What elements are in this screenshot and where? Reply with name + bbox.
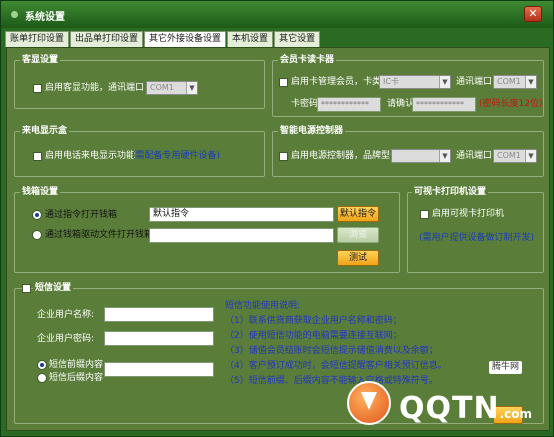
guest-display-checkbox[interactable] bbox=[33, 84, 42, 93]
card-reader-label: 启用卡管理会员，卡类型 bbox=[291, 77, 391, 87]
caller-id-checkbox[interactable] bbox=[33, 152, 42, 161]
default-command-button[interactable]: 默认指令 bbox=[337, 206, 379, 222]
chevron-down-icon: ▼ bbox=[439, 76, 450, 88]
visual-card-printer-hint: (需用户提供设备做订制开发) bbox=[419, 233, 535, 243]
watermark-brand-text: QQTN bbox=[399, 391, 500, 426]
card-password-input[interactable]: ************ bbox=[317, 97, 381, 112]
sms-checkbox[interactable] bbox=[22, 284, 31, 293]
card-reader-port-select[interactable]: COM1 ▼ bbox=[493, 75, 537, 89]
caller-id-label: 启用电话来电显示功能 bbox=[45, 151, 136, 161]
cash-drawer-command-radio[interactable] bbox=[32, 210, 42, 220]
sms-prefix-radio[interactable] bbox=[37, 360, 47, 370]
card-reader-checkbox[interactable] bbox=[279, 78, 288, 87]
sms-content-input[interactable] bbox=[104, 362, 214, 377]
power-controller-label: 启用电源控制器，品牌型号 bbox=[291, 151, 400, 161]
caller-id-title: 来电显示盒 bbox=[20, 126, 70, 136]
card-reader-title: 会员卡读卡器 bbox=[278, 55, 337, 65]
tab-dish-print[interactable]: 出品单打印设置 bbox=[70, 31, 144, 47]
sms-title: 短信设置 bbox=[33, 283, 74, 293]
caller-id-hint: (需配备专用硬件设备) bbox=[132, 151, 221, 161]
power-port-value: COM1 bbox=[497, 151, 521, 160]
close-button[interactable]: ✕ bbox=[524, 6, 542, 22]
app-icon bbox=[11, 11, 18, 18]
watermark-brand: QQTN.com bbox=[399, 393, 532, 430]
tab-external-devices[interactable]: 其它外接设备设置 bbox=[144, 31, 227, 48]
card-reader-port-label: 通讯端口 bbox=[456, 77, 493, 87]
cash-drawer-command-input[interactable]: 默认指令 bbox=[149, 207, 334, 222]
cash-drawer-title: 钱箱设置 bbox=[20, 187, 61, 197]
sms-suffix-label: 短信后缀内容 bbox=[49, 373, 104, 383]
card-type-select[interactable]: IC卡 ▼ bbox=[379, 75, 451, 89]
cash-drawer-file-label: 通过钱箱驱动文件打开钱箱 bbox=[45, 230, 154, 240]
cash-drawer-file-input[interactable] bbox=[149, 228, 334, 243]
card-type-value: IC卡 bbox=[383, 77, 399, 86]
card-confirm-label: 请确认 bbox=[387, 99, 415, 109]
cash-drawer-command-label: 通过指令打开钱箱 bbox=[45, 210, 118, 220]
sms-prefix-label: 短信前缀内容 bbox=[49, 360, 104, 370]
sms-help-line: （3）储值会员结账时会短信提示储值消费以及余额； bbox=[225, 346, 438, 356]
tab-bill-print[interactable]: 账单打印设置 bbox=[5, 31, 70, 47]
sms-help-title: 短信功能使用说明: bbox=[225, 301, 301, 311]
sms-help-line: （2）使用短信功能的电脑需要连接互联网； bbox=[225, 331, 402, 341]
power-port-select[interactable]: COM1 ▼ bbox=[493, 149, 537, 163]
watermark: 腾牛网 QQTN.com bbox=[345, 359, 554, 437]
chevron-down-icon: ▼ bbox=[186, 82, 197, 94]
tab-local-settings[interactable]: 本机设置 bbox=[227, 31, 274, 47]
chevron-down-icon: ▼ bbox=[525, 150, 536, 162]
card-confirm-input[interactable]: ************ bbox=[412, 97, 476, 112]
watermark-tag: 腾牛网 bbox=[489, 361, 523, 374]
power-port-label: 通讯端口 bbox=[456, 151, 493, 161]
sms-help-line: （1）联系供货商获取企业用户名称和密码； bbox=[225, 316, 402, 326]
watermark-logo-icon bbox=[347, 381, 391, 425]
card-reader-port-value: COM1 bbox=[497, 77, 521, 86]
password-length-hint: (密码长度12位) bbox=[479, 99, 543, 109]
visual-card-printer-title: 可视卡打印机设置 bbox=[412, 187, 489, 197]
guest-display-label: 启用客显功能，通讯端口 bbox=[45, 83, 145, 93]
guest-display-port-select[interactable]: COM1 ▼ bbox=[146, 81, 198, 95]
browse-button[interactable]: 浏览 bbox=[337, 227, 379, 243]
power-controller-checkbox[interactable] bbox=[279, 152, 288, 161]
visual-card-printer-label: 启用可视卡打印机 bbox=[432, 209, 505, 219]
power-model-select[interactable]: ▼ bbox=[391, 149, 451, 163]
guest-display-port-value: COM1 bbox=[150, 83, 174, 92]
sms-user-label: 企业用户名称: bbox=[37, 310, 95, 320]
chevron-down-icon: ▼ bbox=[525, 76, 536, 88]
cash-drawer-file-radio[interactable] bbox=[32, 230, 42, 240]
title-bar: 系统设置 ✕ bbox=[1, 1, 553, 28]
tab-bar: 账单打印设置 出品单打印设置 其它外接设备设置 本机设置 其它设置 bbox=[5, 31, 321, 48]
watermark-brand-suffix: .com bbox=[499, 407, 532, 421]
sms-user-input[interactable] bbox=[104, 307, 214, 322]
sms-password-label: 企业用户密码: bbox=[37, 334, 95, 344]
tab-other-settings[interactable]: 其它设置 bbox=[274, 31, 321, 47]
chevron-down-icon: ▼ bbox=[439, 150, 450, 162]
card-password-label: 卡密码 bbox=[291, 99, 319, 109]
sms-suffix-radio[interactable] bbox=[37, 373, 47, 383]
sms-password-input[interactable] bbox=[104, 331, 214, 346]
settings-window: 系统设置 ✕ 账单打印设置 出品单打印设置 其它外接设备设置 本机设置 其它设置… bbox=[0, 0, 554, 437]
guest-display-title: 客显设置 bbox=[20, 55, 61, 65]
test-button[interactable]: 测试 bbox=[337, 250, 379, 266]
power-controller-title: 智能电源控制器 bbox=[278, 126, 346, 136]
window-title: 系统设置 bbox=[25, 12, 65, 23]
visual-card-printer-checkbox[interactable] bbox=[420, 210, 429, 219]
